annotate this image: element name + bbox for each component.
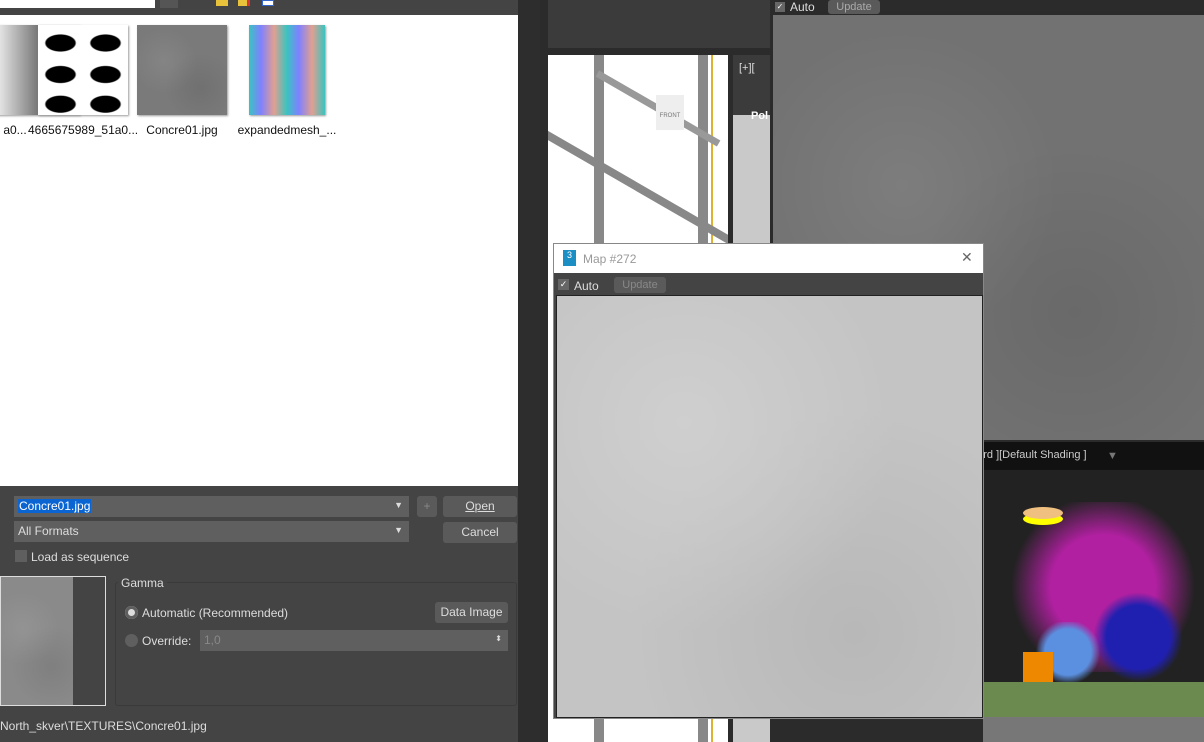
file-thumbnail[interactable] [137, 25, 227, 115]
filter-icon[interactable]: ▼ [1107, 450, 1118, 462]
close-icon[interactable]: ✕ [961, 249, 973, 266]
up-folder-icon[interactable] [216, 0, 228, 6]
file-list[interactable]: a0... 4665675989_51a0... Concre01.jpg ex… [0, 15, 518, 486]
format-value: All Formats [18, 524, 79, 538]
auto-checkbox[interactable]: ✓ [558, 279, 569, 290]
file-name[interactable]: 4665675989_51a0... [28, 123, 138, 137]
window-title: Map #272 [583, 252, 637, 266]
title-bar[interactable]: 3 Map #272 ✕ [554, 244, 983, 273]
image-preview [0, 576, 106, 706]
map-preview-image [556, 295, 983, 718]
open-button[interactable]: Open [443, 496, 517, 517]
file-path: North_skver\TEXTURES\Concre01.jpg [0, 719, 207, 733]
auto-label: Auto [574, 279, 599, 293]
history-button[interactable] [160, 0, 178, 8]
add-button[interactable]: + [417, 496, 437, 517]
update-button[interactable]: Update [614, 277, 666, 293]
update-button[interactable]: Update [828, 0, 880, 14]
file-thumbnail[interactable] [38, 25, 128, 115]
override-spinner[interactable]: 1,0 ⬍ [200, 630, 508, 651]
data-image-button[interactable]: Data Image [435, 602, 508, 623]
spinner-arrows-icon[interactable]: ⬍ [495, 634, 502, 643]
viewport-label: Pol [751, 110, 769, 122]
load-sequence-label: Load as sequence [31, 550, 130, 564]
automatic-label: Automatic (Recommended) [142, 606, 289, 620]
viewport-menu[interactable]: [+][ [739, 62, 755, 74]
path-input[interactable] [0, 0, 155, 8]
file-name[interactable]: Concre01.jpg [127, 123, 237, 137]
dialog-border [518, 0, 540, 742]
viewcube[interactable]: FRONT [656, 95, 684, 130]
gamma-title: Gamma [118, 576, 167, 590]
auto-checkbox[interactable]: ✓ [775, 2, 785, 12]
automatic-radio[interactable] [125, 606, 138, 619]
chevron-down-icon[interactable]: ▼ [394, 525, 403, 535]
filename-combo[interactable]: Concre01.jpg ▼ [14, 496, 409, 517]
chevron-down-icon[interactable]: ▼ [394, 500, 403, 510]
perspective-viewport[interactable]: dard ][Default Shading ] ▼ [983, 442, 1204, 742]
cancel-button[interactable]: Cancel [443, 522, 517, 543]
viewport-label[interactable]: dard ][Default Shading ] [983, 449, 1087, 461]
toolbar-area [548, 0, 770, 48]
override-label: Override: [142, 634, 192, 648]
app-icon: 3 [563, 250, 576, 266]
file-name[interactable]: expandedmesh_... [232, 123, 342, 137]
new-folder-icon[interactable] [238, 0, 250, 6]
override-value: 1,0 [204, 633, 221, 647]
map-window: 3 Map #272 ✕ ✓ Auto Update [553, 243, 984, 719]
file-open-dialog: a0... 4665675989_51a0... Concre01.jpg ex… [0, 0, 540, 742]
filename-value: Concre01.jpg [18, 499, 92, 513]
view-menu-icon[interactable] [262, 0, 274, 6]
override-radio[interactable] [125, 634, 138, 647]
load-sequence-checkbox[interactable] [15, 550, 27, 562]
format-select[interactable]: All Formats ▼ [14, 521, 409, 542]
auto-label: Auto [790, 0, 815, 14]
file-thumbnail[interactable] [249, 25, 325, 115]
